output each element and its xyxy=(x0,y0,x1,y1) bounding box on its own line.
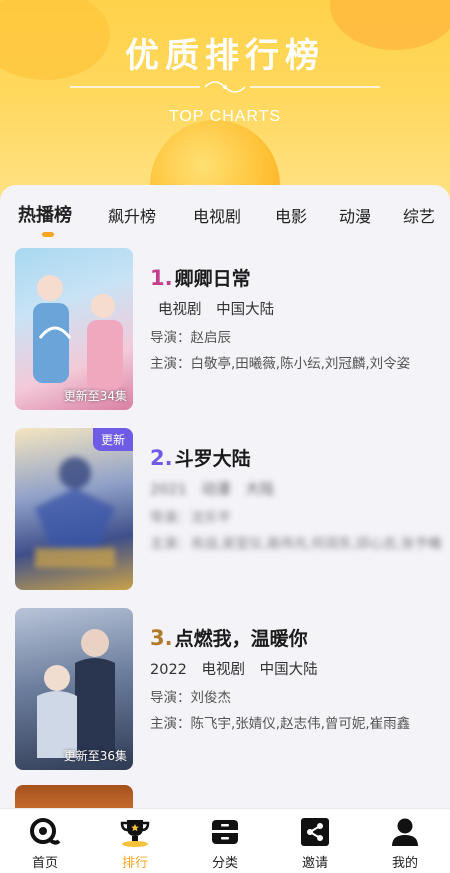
nav-label: 首页 xyxy=(31,856,58,871)
list-item[interactable]: 更新至34集 1. 卿卿日常 电视剧 中国大陆 导演：赵启辰 主演：白敬亭,田曦薇… xyxy=(0,248,450,418)
item-title[interactable]: 2. 斗罗大陆 xyxy=(150,444,251,471)
nav-ranking[interactable]: 排行 xyxy=(90,809,180,873)
meta-genre: 电视剧 xyxy=(158,302,202,318)
list-item[interactable]: 更新 2. 斗罗大陆 2021 动漫 大陆 导演：沈乐平 主演：肖战,吴宣仪,高伟… xyxy=(0,428,450,598)
meta-genre: 电视剧 xyxy=(201,662,246,678)
nav-label: 邀请 xyxy=(301,856,328,871)
bottom-nav: 首页 排行 分类 邀请 我的 xyxy=(0,808,450,873)
poster-art xyxy=(37,629,115,758)
poster-image[interactable]: 更新至36集 xyxy=(15,608,133,770)
category-tabs: 热播榜 飙升榜 电视剧 电影 动漫 综艺 xyxy=(0,185,450,243)
tab-rising[interactable]: 飙升榜 xyxy=(108,203,156,227)
hero-banner: 优质排行榜 TOP CHARTS xyxy=(0,0,450,215)
tab-hot[interactable]: 热播榜 xyxy=(18,201,72,227)
tab-variety[interactable]: 综艺 xyxy=(403,203,435,227)
trophy-icon xyxy=(120,820,150,847)
poster-image[interactable] xyxy=(15,785,133,810)
meta-year: 2022 xyxy=(150,662,187,678)
poster-art xyxy=(35,457,115,568)
item-cast: 主演：肖战,吴宣仪,高伟光,何润东,邱心志,张予曦 xyxy=(150,536,442,552)
episode-update-label: 更新至36集 xyxy=(63,749,127,763)
nav-profile[interactable]: 我的 xyxy=(360,809,450,873)
tab-movie[interactable]: 电影 xyxy=(275,203,307,227)
rank-number: 3. xyxy=(150,626,173,650)
item-title[interactable]: 3. 点燃我，温暖你 xyxy=(150,624,308,651)
poster-art xyxy=(33,275,123,390)
nav-label: 我的 xyxy=(391,856,418,871)
meta-region: 中国大陆 xyxy=(259,662,318,678)
home-icon xyxy=(30,818,61,845)
item-director: 导演：沈乐平 xyxy=(150,510,231,526)
item-director: 导演：赵启辰 xyxy=(150,330,231,346)
hero-subtitle: TOP CHARTS xyxy=(168,108,282,125)
episode-update-label: 更新至34集 xyxy=(63,389,127,403)
item-title-text: 卿卿日常 xyxy=(174,268,251,290)
item-cast: 主演：白敬亭,田曦薇,陈小纭,刘冠麟,刘令姿 xyxy=(150,356,411,372)
category-icon xyxy=(212,820,238,844)
tab-anime[interactable]: 动漫 xyxy=(339,203,371,227)
tab-tv[interactable]: 电视剧 xyxy=(193,203,241,227)
user-icon xyxy=(392,818,418,846)
nav-invite[interactable]: 邀请 xyxy=(270,809,360,873)
item-meta: 2022 电视剧 中国大陆 xyxy=(150,658,328,679)
item-meta: 电视剧 中国大陆 xyxy=(158,298,284,319)
item-cast: 主演：陈飞宇,张婧仪,赵志伟,曾可妮,崔雨鑫 xyxy=(150,716,411,732)
share-icon xyxy=(301,818,329,846)
ornament-divider-icon xyxy=(70,81,380,93)
item-meta: 2021 动漫 大陆 xyxy=(150,478,284,499)
item-title-text: 斗罗大陆 xyxy=(174,448,251,470)
poster-image[interactable]: 更新至34集 xyxy=(15,248,133,410)
meta-region: 中国大陆 xyxy=(216,302,275,318)
poster-image[interactable]: 更新 xyxy=(15,428,133,590)
meta-region: 大陆 xyxy=(245,482,275,498)
item-title-text: 点燃我，温暖你 xyxy=(174,628,308,650)
hero-title: 优质排行榜 xyxy=(125,36,325,76)
ranking-panel: 热播榜 飙升榜 电视剧 电影 动漫 综艺 更新至34集 1. 卿卿日常 电视剧 中 xyxy=(0,185,450,810)
item-title[interactable]: 1. 卿卿日常 xyxy=(150,264,251,291)
rank-number: 1. xyxy=(150,266,173,290)
item-director: 导演：刘俊杰 xyxy=(150,690,231,706)
nav-category[interactable]: 分类 xyxy=(180,809,270,873)
active-tab-indicator xyxy=(42,232,54,237)
nav-home[interactable]: 首页 xyxy=(0,809,90,873)
nav-label: 分类 xyxy=(211,856,238,871)
rank-number: 2. xyxy=(150,446,173,470)
new-badge: 更新 xyxy=(92,428,133,451)
list-item[interactable]: 更新至36集 3. 点燃我，温暖你 2022 电视剧 中国大陆 导演：刘俊杰 主演… xyxy=(0,608,450,778)
meta-genre: 动漫 xyxy=(201,482,231,498)
nav-label: 排行 xyxy=(121,856,148,871)
meta-year: 2021 xyxy=(150,482,187,498)
